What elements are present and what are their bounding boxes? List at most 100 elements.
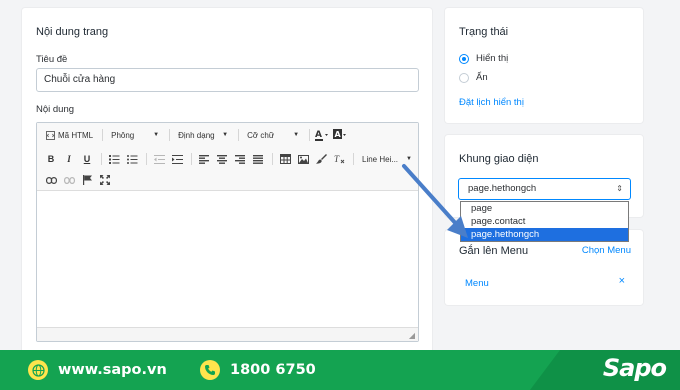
italic-button[interactable]: I: [61, 151, 77, 167]
template-option[interactable]: page.contact: [461, 215, 628, 228]
caret-down-icon: ▼: [153, 132, 160, 138]
toolbar-divider: [309, 129, 311, 141]
insert-link-button[interactable]: [43, 172, 59, 188]
outdent-button[interactable]: [151, 151, 167, 167]
toolbar-divider: [102, 129, 104, 141]
bold-icon: B: [47, 154, 55, 164]
template-title: Khung giao diện: [459, 153, 539, 165]
image-icon: [297, 154, 309, 164]
radio-unchecked-icon[interactable]: [459, 72, 469, 83]
caret-down-icon: ▼: [406, 156, 412, 162]
format-dropdown[interactable]: Định dạng ▼: [174, 127, 232, 143]
bold-button[interactable]: B: [43, 151, 59, 167]
font-size-dropdown[interactable]: Cỡ chữ ▼: [243, 127, 303, 143]
toolbar-divider: [101, 153, 102, 165]
caret-down-icon: ▼: [222, 132, 229, 138]
unlink-icon: [63, 176, 75, 184]
footer-website: www.sapo.vn: [28, 360, 167, 380]
clear-formatting-button[interactable]: T: [331, 151, 347, 167]
remove-menu-icon[interactable]: ×: [619, 275, 625, 287]
toolbar-divider: [353, 153, 354, 165]
bullet-list-icon: [126, 154, 137, 164]
editor-statusbar: ◢: [37, 327, 418, 341]
status-title: Trạng thái: [459, 26, 509, 38]
template-select[interactable]: page.hethongch ⇕: [458, 178, 631, 200]
radio-visible-label: Hiển thị: [476, 53, 509, 64]
template-select-value: page.hethongch: [468, 183, 537, 194]
source-code-label: Mã HTML: [58, 130, 94, 140]
bullet-list-button[interactable]: [124, 151, 140, 167]
schedule-display-link[interactable]: Đặt lịch hiển thị: [459, 97, 524, 108]
choose-menu-link[interactable]: Chọn Menu: [582, 245, 631, 256]
font-family-label: Phông: [111, 130, 135, 140]
italic-icon: I: [67, 154, 71, 164]
outdent-icon: [153, 154, 165, 164]
promo-footer: www.sapo.vn 1800 6750 Sapo: [0, 350, 680, 390]
footer-phone: 1800 6750: [200, 360, 316, 380]
page-content-card: Nội dung trang Tiêu đề Chuỗi cửa hàng Nộ…: [22, 8, 432, 358]
svg-text:A: A: [335, 130, 342, 139]
numbered-list-icon: [108, 154, 119, 164]
footer-website-text[interactable]: www.sapo.vn: [58, 362, 167, 378]
title-field-label: Tiêu đề: [36, 54, 68, 65]
underline-button[interactable]: U: [79, 151, 95, 167]
radio-visible[interactable]: Hiển thị: [459, 53, 508, 64]
background-color-icon: A: [333, 129, 347, 139]
numbered-list-button[interactable]: [106, 151, 122, 167]
menu-title: Gắn lên Menu: [459, 245, 529, 257]
footer-phone-text[interactable]: 1800 6750: [230, 362, 316, 378]
table-icon: [279, 154, 291, 164]
editor-toolbar: Mã HTML Phông ▼ Định dạng ▼ Cỡ chữ ▼ A A…: [37, 123, 418, 191]
clean-format-button[interactable]: [313, 151, 329, 167]
fullscreen-button[interactable]: [97, 172, 113, 188]
font-size-label: Cỡ chữ: [247, 130, 275, 140]
source-code-button[interactable]: Mã HTML: [43, 127, 96, 143]
radio-hidden-label: Ẩn: [476, 72, 488, 83]
title-input[interactable]: Chuỗi cửa hàng: [36, 68, 419, 92]
anchor-button[interactable]: [79, 172, 95, 188]
text-color-button[interactable]: A: [314, 127, 330, 143]
align-left-icon: [199, 154, 209, 164]
align-justify-icon: [253, 154, 263, 164]
unlink-button[interactable]: [61, 172, 77, 188]
link-icon: [45, 176, 57, 184]
image-button[interactable]: [295, 151, 311, 167]
resize-handle-icon[interactable]: ◢: [409, 331, 415, 340]
toolbar-divider: [272, 153, 273, 165]
remove-format-icon: T: [334, 154, 344, 164]
globe-icon: [28, 360, 48, 380]
menu-item-link[interactable]: Menu: [465, 278, 489, 289]
background-color-button[interactable]: A: [332, 127, 348, 143]
template-options-list: page page.contact page.hethongch: [460, 201, 629, 242]
toolbar-divider: [169, 129, 171, 141]
svg-text:T: T: [334, 154, 340, 164]
text-color-icon: A: [315, 130, 329, 141]
rich-text-editor: Mã HTML Phông ▼ Định dạng ▼ Cỡ chữ ▼ A A…: [36, 122, 419, 342]
sapo-logo: Sapo: [602, 354, 667, 382]
toolbar-divider: [146, 153, 147, 165]
align-left-button[interactable]: [196, 151, 212, 167]
align-right-button[interactable]: [232, 151, 248, 167]
indent-button[interactable]: [169, 151, 185, 167]
radio-hidden[interactable]: Ẩn: [459, 72, 488, 83]
phone-icon: [200, 360, 220, 380]
page-content-title: Nội dung trang: [36, 26, 109, 38]
brush-icon: [315, 154, 327, 164]
align-center-icon: [217, 154, 227, 164]
format-label: Định dạng: [178, 130, 215, 140]
radio-checked-icon[interactable]: [459, 53, 469, 64]
template-option-selected[interactable]: page.hethongch: [461, 228, 628, 241]
source-code-icon: [46, 130, 55, 140]
toolbar-divider: [238, 129, 240, 141]
template-option[interactable]: page: [461, 202, 628, 215]
align-justify-button[interactable]: [250, 151, 266, 167]
font-family-dropdown[interactable]: Phông ▼: [107, 127, 163, 143]
line-height-dropdown[interactable]: Line Hei... ▼: [358, 151, 416, 167]
indent-icon: [171, 154, 183, 164]
editor-content-area[interactable]: [37, 192, 418, 327]
caret-down-icon: ▼: [293, 132, 300, 138]
table-button[interactable]: [277, 151, 293, 167]
content-field-label: Nội dung: [36, 104, 75, 115]
fullscreen-icon: [100, 175, 110, 185]
align-center-button[interactable]: [214, 151, 230, 167]
